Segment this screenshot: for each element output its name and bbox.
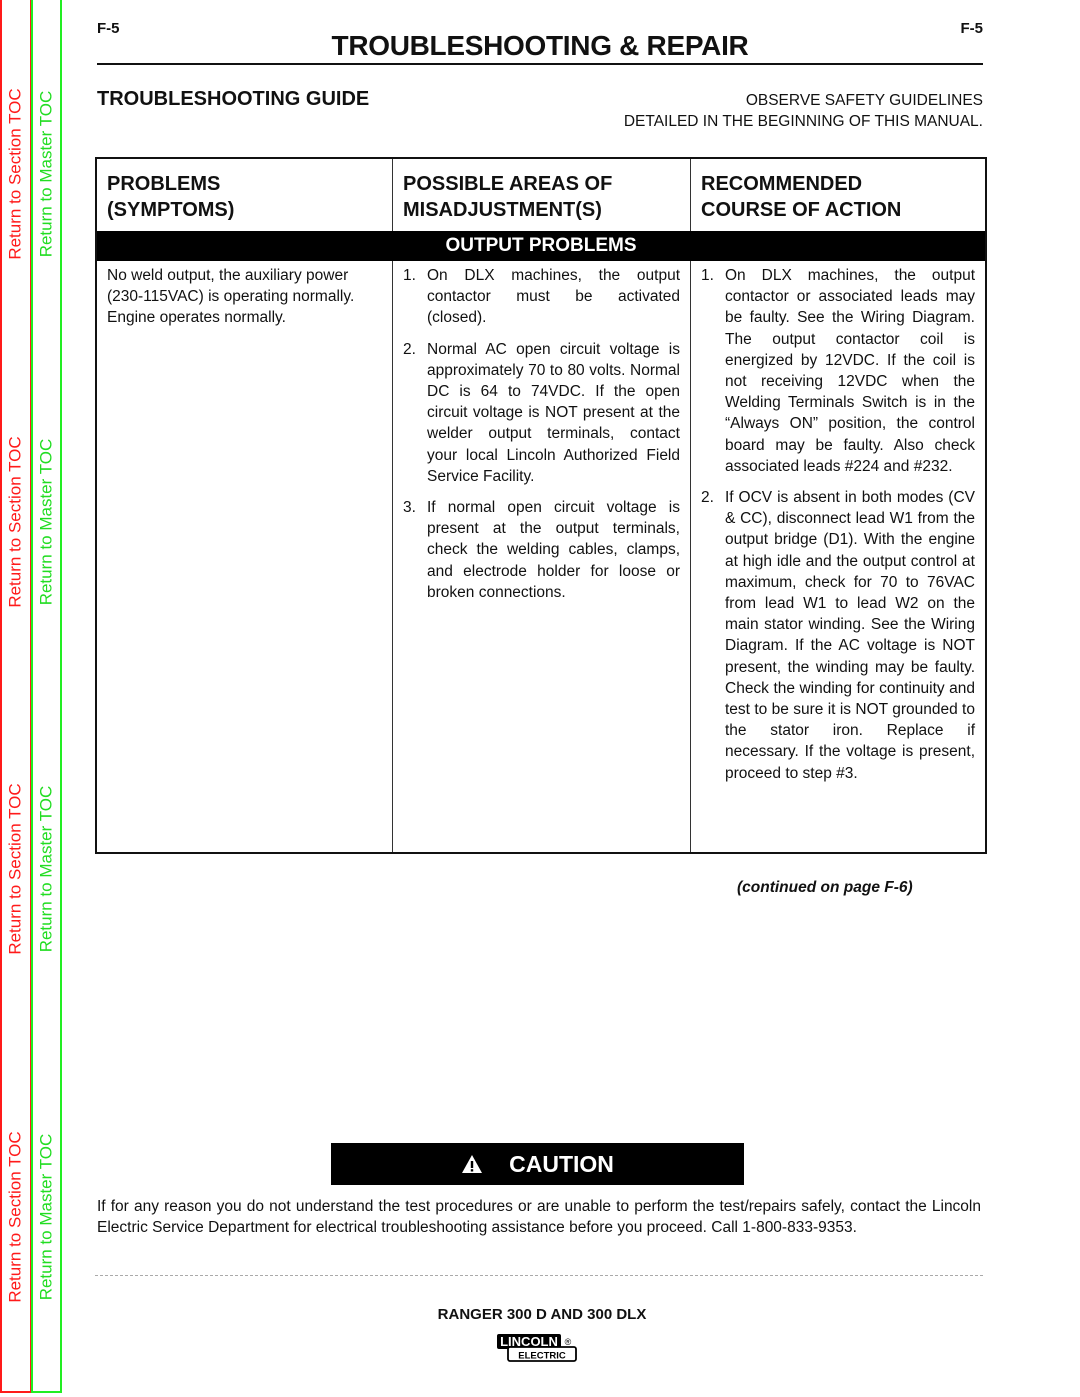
return-to-master-toc-link[interactable]: Return to Master TOC (33, 696, 60, 1044)
toc-link-label: Return to Section TOC (6, 1131, 26, 1303)
return-to-section-toc-link[interactable]: Return to Section TOC (2, 348, 30, 696)
model-name: RANGER 300 D AND 300 DLX (437, 1306, 647, 1323)
section-title-bar: OUTPUT PROBLEMS (97, 231, 985, 261)
item-text: On DLX machines, the output contactor mu… (427, 267, 680, 327)
item-number: 1. (403, 267, 416, 284)
header-line: POSSIBLE AREAS OF (403, 173, 613, 195)
return-to-section-toc-link[interactable]: Return to Section TOC (2, 0, 30, 348)
item-number: 2. (701, 489, 714, 507)
section-toc-sidebar: Return to Section TOC Return to Section … (0, 0, 32, 1393)
list-item: 2. If OCV is absent in both modes (CV & … (701, 487, 975, 784)
toc-link-label: Return to Section TOC (6, 88, 26, 260)
registered-mark: ® (565, 1337, 572, 1347)
logo-top-text: LINCOLN (500, 1334, 558, 1349)
logo-bottom-text: ELECTRIC (518, 1351, 566, 1362)
header-line: PROBLEMS (107, 173, 221, 195)
return-to-master-toc-link[interactable]: Return to Master TOC (33, 0, 60, 348)
footer-divider (95, 1275, 983, 1276)
item-text: On DLX machines, the output contactor or… (725, 267, 975, 475)
toc-link-label: Return to Master TOC (36, 786, 56, 953)
caution-label: CAUTION (509, 1150, 614, 1177)
table-row: No weld output, the auxiliary power (230… (97, 261, 985, 852)
item-number: 3. (403, 499, 416, 517)
table-header-row: PROBLEMS (SYMPTOMS) POSSIBLE AREAS OF MI… (97, 159, 985, 231)
continued-note: (continued on page F-6) (737, 879, 913, 896)
master-toc-sidebar: Return to Master TOC Return to Master TO… (31, 0, 62, 1393)
header-line: (SYMPTOMS) (107, 199, 235, 221)
return-to-section-toc-link[interactable]: Return to Section TOC (2, 1043, 30, 1391)
troubleshooting-table: PROBLEMS (SYMPTOMS) POSSIBLE AREAS OF MI… (95, 157, 987, 854)
column-header-course-of-action: RECOMMENDED COURSE OF ACTION (691, 159, 985, 231)
column-header-problems: PROBLEMS (SYMPTOMS) (97, 159, 393, 231)
header-line: RECOMMENDED (701, 173, 863, 195)
item-number: 2. (403, 340, 416, 358)
safety-note-line1: OBSERVE SAFETY GUIDELINES (745, 92, 983, 109)
misadjustments-cell: 1. On DLX machines, the output contactor… (393, 261, 691, 852)
caution-banner: CAUTION (331, 1143, 744, 1185)
toc-link-label: Return to Master TOC (36, 438, 56, 605)
item-text: Normal AC open circuit voltage is approx… (427, 340, 680, 485)
return-to-section-toc-link[interactable]: Return to Section TOC (2, 696, 30, 1044)
symptom-text: No weld output, the auxiliary power (230… (107, 267, 355, 327)
safety-note-line2: DETAILED IN THE BEGINNING OF THIS MANUAL… (623, 113, 983, 130)
header-line: COURSE OF ACTION (701, 199, 902, 221)
actions-cell: 1. On DLX machines, the output contactor… (691, 261, 985, 852)
toc-link-label: Return to Section TOC (6, 435, 26, 608)
title-divider (97, 63, 983, 65)
list-item: 2. Normal AC open circuit voltage is app… (403, 339, 680, 487)
return-to-master-toc-link[interactable]: Return to Master TOC (33, 348, 60, 696)
page-title: TROUBLESHOOTING & REPAIR (331, 30, 749, 61)
toc-link-label: Return to Master TOC (36, 90, 56, 258)
item-text: If OCV is absent in both modes (CV & CC)… (725, 489, 975, 782)
list-item: 3. If normal open circuit voltage is pre… (403, 497, 680, 603)
return-to-master-toc-link[interactable]: Return to Master TOC (33, 1043, 60, 1391)
toc-link-label: Return to Master TOC (36, 1133, 56, 1301)
caution-text: If for any reason you do not understand … (97, 1198, 981, 1236)
symptom-cell: No weld output, the auxiliary power (230… (97, 261, 393, 852)
list-item: 1. On DLX machines, the output contactor… (701, 265, 975, 477)
column-header-misadjustments: POSSIBLE AREAS OF MISADJUSTMENT(S) (393, 159, 691, 231)
header-line: MISADJUSTMENT(S) (403, 199, 602, 221)
lincoln-electric-logo: LINCOLN ELECTRIC ® (496, 1333, 584, 1363)
item-text: If normal open circuit voltage is presen… (427, 499, 680, 601)
list-item: 1. On DLX machines, the output contactor… (403, 265, 680, 329)
item-number: 1. (701, 267, 714, 284)
section-heading: TROUBLESHOOTING GUIDE (97, 88, 370, 110)
safety-note: OBSERVE SAFETY GUIDELINES DETAILED IN TH… (624, 90, 983, 132)
warning-triangle-icon (461, 1154, 483, 1174)
toc-link-label: Return to Section TOC (6, 783, 26, 956)
